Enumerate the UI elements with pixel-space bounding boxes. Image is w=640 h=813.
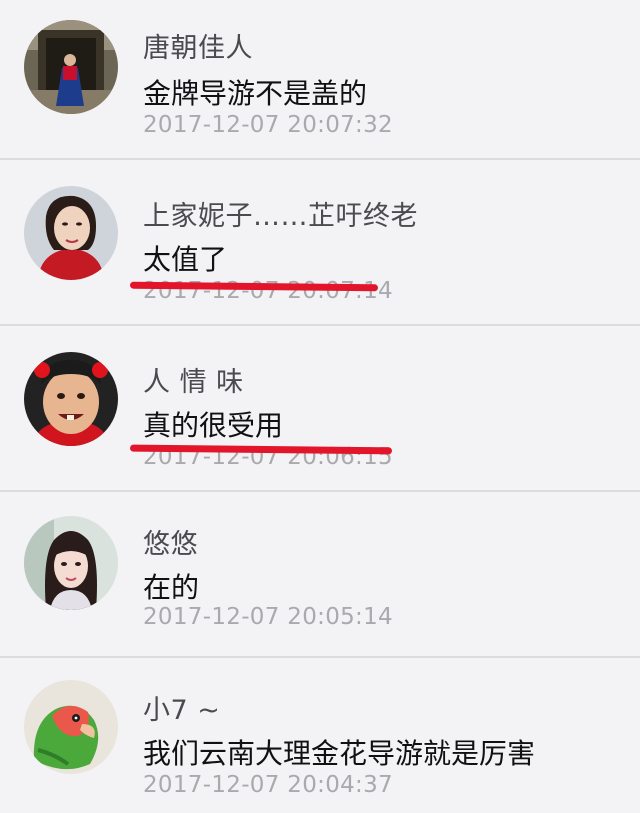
avatar-woman-temple-red-dress-icon (24, 20, 118, 114)
avatar-girl-long-hair-icon (24, 516, 118, 610)
avatar-parrot-green-icon (24, 680, 118, 774)
list-item[interactable]: 上家妮子……芷吁终老 太值了 2017-12-07 20:07:14 (0, 160, 640, 324)
comment-timestamp: 2017-12-07 20:04:37 (143, 772, 393, 798)
avatar[interactable] (24, 186, 118, 280)
comment-list: 唐朝佳人 金牌导游不是盖的 2017-12-07 20:07:32 上家妮子……… (0, 0, 640, 813)
avatar-woman-portrait-red-icon (24, 186, 118, 280)
comment-author: 唐朝佳人 (143, 33, 253, 64)
avatar[interactable] (24, 352, 118, 446)
comment-text: 我们云南大理金花导游就是厉害 (143, 737, 536, 770)
comment-timestamp: 2017-12-07 20:05:14 (143, 604, 393, 630)
comment-author: 人 情 味 (143, 367, 244, 398)
list-item[interactable]: 悠悠 在的 2017-12-07 20:05:14 (0, 492, 640, 656)
comment-timestamp: 2017-12-07 20:07:32 (143, 112, 393, 138)
avatar[interactable] (24, 20, 118, 114)
list-item[interactable]: 人 情 味 真的很受用 2017-12-07 20:06:15 (0, 326, 640, 490)
avatar-funny-face-red-bows-icon (24, 352, 118, 446)
comment-text: 真的很受用 (143, 409, 284, 442)
comment-author: 悠悠 (143, 529, 198, 560)
list-item[interactable]: 小7 ~ 我们云南大理金花导游就是厉害 2017-12-07 20:04:37 (0, 658, 640, 813)
comment-text: 在的 (143, 571, 200, 604)
comment-text: 金牌导游不是盖的 (143, 77, 368, 110)
avatar[interactable] (24, 680, 118, 774)
comment-author: 小7 ~ (143, 695, 221, 726)
list-item[interactable]: 唐朝佳人 金牌导游不是盖的 2017-12-07 20:07:32 (0, 0, 640, 158)
comment-text: 太值了 (143, 243, 228, 276)
avatar[interactable] (24, 516, 118, 610)
comment-author: 上家妮子……芷吁终老 (143, 201, 418, 232)
